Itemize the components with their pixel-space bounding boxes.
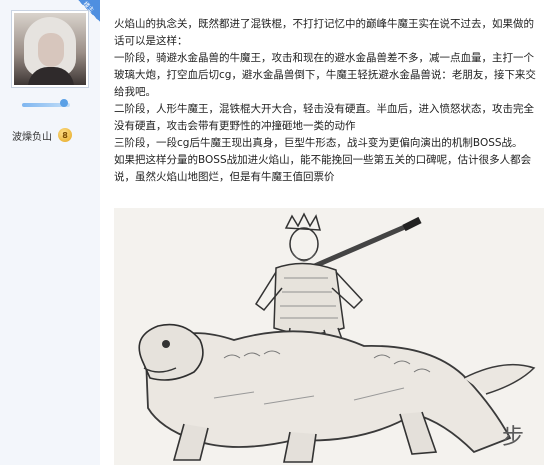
sketch-illustration: 步 xyxy=(114,208,544,465)
post-paragraph: 火焰山的执念关，既然都进了混铁棍，不打打记忆中的巅峰牛魔王实在说不过去，如果做的… xyxy=(114,18,534,47)
post-content: 火焰山的执念关，既然都进了混铁棍，不打打记忆中的巅峰牛魔王实在说不过去，如果做的… xyxy=(114,16,544,186)
author-info: 波燥负山 8 xyxy=(12,126,72,144)
post-paragraph: 三阶段，一段cg后牛魔王现出真身，巨型牛形态，战斗变为更偏向演出的机制BOSS战… xyxy=(114,137,523,149)
author-username[interactable]: 波燥负山 xyxy=(12,128,52,143)
post-image[interactable]: 步 xyxy=(114,208,544,465)
author-sidebar: 楼主 波燥负山 8 xyxy=(0,0,100,465)
post-paragraph: 二阶段，人形牛魔王，混铁棍大开大合，轻击没有硬直。半血后，进入愤怒状态，攻击完全… xyxy=(114,103,534,132)
avatar-image xyxy=(14,13,86,85)
post-paragraph: 如果把这样分量的BOSS战加进火焰山，能不能挽回一些第五关的口碑呢，估计很多人都… xyxy=(114,154,532,183)
svg-text:步: 步 xyxy=(502,425,524,450)
level-badge-icon: 8 xyxy=(58,128,72,142)
post-paragraph: 一阶段，骑避水金晶兽的牛魔王，攻击和现在的避水金晶兽差不多，减一点血量，主打一个… xyxy=(114,52,536,98)
user-rank-badge-icon xyxy=(22,97,74,109)
